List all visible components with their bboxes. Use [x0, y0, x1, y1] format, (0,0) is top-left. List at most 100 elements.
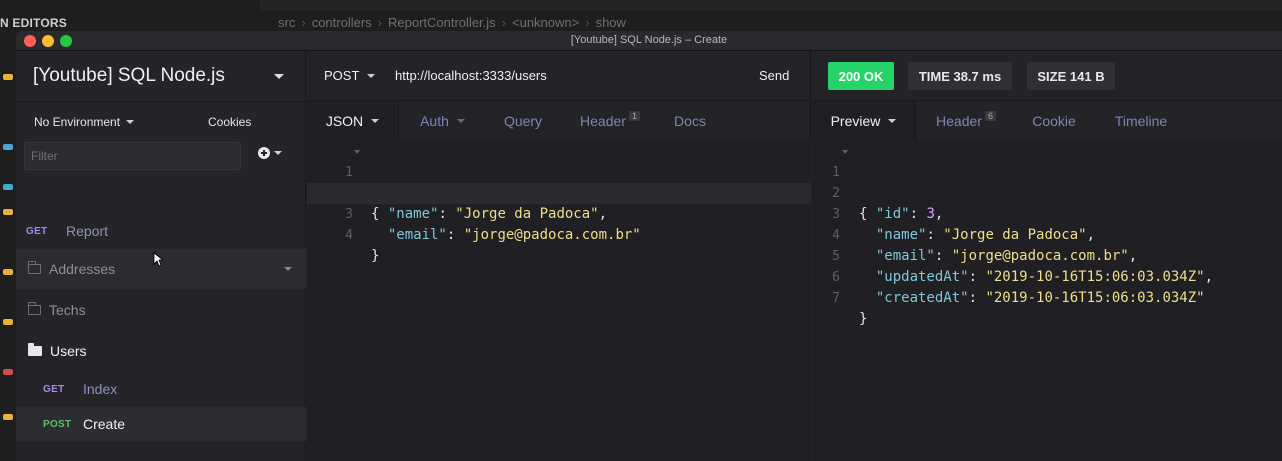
- tab-label: Docs: [674, 113, 706, 129]
- code-line: 5 "updatedAt": "2019-10-16T15:06:03.034Z…: [812, 225, 1282, 285]
- code-line: 2 "id": 3,: [812, 162, 1282, 222]
- tab-json[interactable]: JSON: [307, 101, 399, 141]
- file-icon: [3, 269, 13, 275]
- code-line: 4 "email": "jorge@padoca.com.br",: [812, 204, 1282, 264]
- chevron-down-icon: [274, 151, 282, 155]
- method-badge: GET: [43, 383, 65, 395]
- tab-label: Auth: [420, 113, 449, 129]
- file-icon: [3, 414, 13, 420]
- url-bar: POST http://localhost:3333/users Send: [307, 51, 811, 101]
- chevron-right-icon: ›: [585, 15, 590, 30]
- header-count-badge: 1: [628, 111, 640, 121]
- sidebar-request-create[interactable]: POST Create: [16, 407, 306, 441]
- insomnia-window: [Youtube] SQL Node.js – Create [Youtube]…: [16, 31, 1282, 461]
- tab-docs[interactable]: Docs: [660, 101, 720, 141]
- tab-response-header[interactable]: Header 6: [916, 101, 1016, 141]
- file-icon: [3, 184, 13, 190]
- workspace-title[interactable]: [Youtube] SQL Node.js: [33, 65, 225, 87]
- json-value: "jorge@padoca.com.br": [463, 227, 641, 243]
- tab-label: Header: [936, 113, 982, 129]
- code-line: 1 {: [307, 141, 811, 222]
- breadcrumb-file[interactable]: ReportController.js: [388, 15, 496, 30]
- tab-label: Cookie: [1032, 113, 1076, 129]
- tab-auth[interactable]: Auth: [399, 101, 486, 141]
- editor-tab-strip: [260, 0, 1282, 10]
- response-pane: 200 OK TIME 38.7 ms SIZE 141 B Preview H…: [812, 51, 1282, 461]
- divider: [16, 101, 306, 102]
- folder-label: Users: [50, 343, 87, 359]
- tab-label: Preview: [830, 113, 881, 129]
- status-badge: 200 OK: [828, 62, 894, 90]
- line-number: 7: [832, 291, 840, 306]
- brace: }: [859, 311, 868, 327]
- json-key: "email": [387, 227, 447, 243]
- breadcrumb-symbol[interactable]: <unknown>: [512, 15, 579, 30]
- folder-icon: [27, 302, 41, 315]
- sidebar-request-report[interactable]: GET Report: [16, 214, 306, 248]
- tab-label: Query: [503, 113, 543, 129]
- url-input[interactable]: http://localhost:3333/users: [395, 68, 547, 83]
- folder-label: Addresses: [49, 261, 116, 277]
- tab-preview[interactable]: Preview: [812, 101, 916, 141]
- breadcrumb-src[interactable]: src: [278, 15, 295, 30]
- environment-label: No Environment: [34, 115, 121, 129]
- file-icon: [3, 209, 13, 215]
- method-badge: GET: [26, 225, 48, 237]
- response-body-viewer: 1 { 2 "id": 3, 3 "name": "Jorge da Padoc…: [812, 141, 1282, 461]
- sidebar-request-index[interactable]: GET Index: [16, 372, 306, 406]
- json-key: "createdAt": [875, 290, 969, 306]
- chevron-right-icon: ›: [377, 15, 382, 30]
- fold-icon[interactable]: [842, 150, 848, 154]
- code-line: 1 {: [812, 141, 1282, 222]
- breadcrumb-controllers[interactable]: controllers: [312, 15, 372, 30]
- tab-query[interactable]: Query: [486, 101, 560, 141]
- chevron-down-icon: [367, 73, 376, 78]
- size-badge: SIZE 141 B: [1027, 62, 1115, 90]
- request-label: Create: [83, 416, 126, 432]
- explorer-strip: [0, 34, 16, 461]
- fold-icon[interactable]: [354, 150, 360, 154]
- window-title: [Youtube] SQL Node.js – Create: [570, 34, 728, 46]
- time-badge: TIME 38.7 ms: [908, 62, 1012, 90]
- chevron-down-icon[interactable]: [274, 74, 284, 79]
- brace: }: [371, 248, 380, 264]
- file-icon: [3, 144, 13, 150]
- line-number: 4: [345, 228, 353, 243]
- chevron-down-icon[interactable]: [284, 267, 292, 271]
- request-label: Index: [83, 381, 118, 397]
- environment-selector[interactable]: No Environment: [34, 115, 135, 129]
- chevron-down-icon: [888, 119, 897, 123]
- sidebar: [Youtube] SQL Node.js No Environment Coo…: [16, 51, 306, 461]
- breadcrumb: src › controllers › ReportController.js …: [278, 15, 626, 30]
- request-label: Report: [66, 223, 109, 239]
- folder-icon: [27, 261, 41, 274]
- folder-label: Techs: [49, 302, 86, 318]
- request-body-editor[interactable]: 1 { 2 "name": "Jorge da Padoca", 3 "emai…: [307, 141, 811, 461]
- plus-circle-icon: [258, 147, 270, 159]
- open-editors-title: N EDITORS: [0, 16, 67, 30]
- tab-cookie[interactable]: Cookie: [1016, 101, 1092, 141]
- chevron-down-icon: [456, 119, 465, 123]
- method-dropdown[interactable]: POST: [324, 68, 376, 83]
- sidebar-folder-users[interactable]: Users: [16, 331, 306, 371]
- cookies-button[interactable]: Cookies: [208, 115, 251, 129]
- background-editor: N EDITORS src › controllers › ReportCont…: [0, 0, 1282, 461]
- breadcrumb-method[interactable]: show: [596, 15, 626, 30]
- add-item-button[interactable]: [258, 147, 282, 159]
- code-line: 4 }: [307, 204, 811, 264]
- chevron-right-icon: ›: [501, 15, 506, 30]
- code-line: 7 }: [812, 267, 1282, 327]
- filter-input[interactable]: [24, 142, 241, 170]
- send-button[interactable]: Send: [759, 68, 789, 83]
- chevron-right-icon: ›: [301, 15, 306, 30]
- file-icon: [3, 319, 13, 325]
- file-icon: [3, 369, 13, 375]
- code-line: 6 "createdAt": "2019-10-16T15:06:03.034Z…: [812, 246, 1282, 306]
- code-line: 3 "email": "jorge@padoca.com.br": [307, 183, 811, 243]
- tab-timeline[interactable]: Timeline: [1092, 101, 1190, 141]
- header-count-badge: 6: [984, 111, 996, 121]
- method-label: POST: [324, 68, 360, 83]
- sidebar-folder-techs[interactable]: Techs: [16, 290, 306, 330]
- tab-header[interactable]: Header 1: [560, 101, 660, 141]
- json-value: "2019-10-16T15:06:03.034Z": [985, 290, 1205, 306]
